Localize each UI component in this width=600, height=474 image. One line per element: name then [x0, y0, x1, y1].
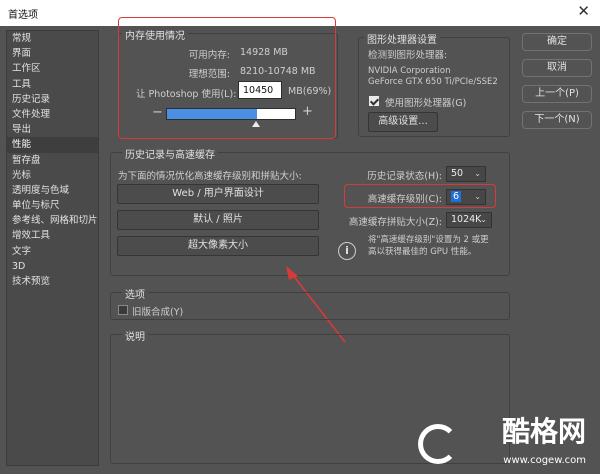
- sidebar-item[interactable]: 参考线、网格和切片: [7, 213, 98, 228]
- use-gpu-checkbox[interactable]: [369, 96, 379, 106]
- close-icon[interactable]: ✕: [577, 2, 590, 20]
- chevron-down-icon: ⌄: [474, 169, 481, 178]
- history-states-select[interactable]: 50 ⌄: [446, 166, 486, 182]
- sidebar-item[interactable]: 导出: [7, 122, 98, 137]
- sidebar-item[interactable]: 技术预览: [7, 274, 98, 289]
- ok-button[interactable]: 确定: [522, 33, 592, 51]
- sidebar-item[interactable]: 工具: [7, 77, 98, 92]
- next-button[interactable]: 下一个(N): [522, 111, 592, 129]
- sidebar-item[interactable]: 单位与标尺: [7, 198, 98, 213]
- sidebar-item[interactable]: 透明度与色域: [7, 183, 98, 198]
- legacy-compositing-checkbox[interactable]: [118, 305, 128, 315]
- history-cache-title: 历史记录与高速缓存: [122, 146, 218, 161]
- gpu-group-title: 图形处理器设置: [364, 31, 440, 46]
- sidebar-item[interactable]: 界面: [7, 46, 98, 61]
- watermark-brand: 酷格网: [501, 415, 586, 448]
- gpu-advanced-settings-button[interactable]: 高级设置...: [368, 112, 438, 132]
- sidebar-item[interactable]: 增效工具: [7, 228, 98, 243]
- history-states-value: 50: [451, 168, 464, 179]
- watermark-logo: [418, 424, 458, 464]
- sidebar-item[interactable]: 暂存盘: [7, 153, 98, 168]
- cache-tile-size-label: 高速缓存拼贴大小(Z):: [348, 217, 442, 228]
- gpu-model: GeForce GTX 650 Ti/PCIe/SSE2: [368, 77, 498, 87]
- legacy-compositing-label: 旧版合成(Y): [132, 307, 184, 318]
- gpu-detected-label: 检测到图形处理器:: [368, 50, 448, 61]
- gpu-vendor: NVIDIA Corporation: [368, 66, 451, 76]
- sidebar-item[interactable]: 文字: [7, 244, 98, 259]
- previous-button[interactable]: 上一个(P): [522, 85, 592, 103]
- gpu-cache-tip-line2: 高以获得最佳的 GPU 性能。: [368, 247, 477, 257]
- cancel-button[interactable]: 取消: [522, 59, 592, 77]
- sidebar-item[interactable]: 光标: [7, 168, 98, 183]
- info-icon: i: [338, 242, 356, 260]
- sidebar-item[interactable]: 工作区: [7, 61, 98, 76]
- window-title: 首选项: [8, 10, 38, 21]
- sidebar-item[interactable]: 历史记录: [7, 92, 98, 107]
- sidebar-item[interactable]: 常规: [7, 31, 98, 46]
- preset-huge-pixel-button[interactable]: 超大像素大小: [117, 236, 319, 256]
- cache-hint-text: 为下面的情况优化高速缓存级别和拼贴大小:: [118, 171, 302, 182]
- preset-web-ui-button[interactable]: Web / 用户界面设计: [117, 184, 319, 204]
- gpu-cache-tip-line1: 将"高速缓存级别"设置为 2 或更: [368, 235, 489, 245]
- annotation-box-memory: [118, 17, 336, 139]
- sidebar-item[interactable]: 文件处理: [7, 107, 98, 122]
- sidebar-item[interactable]: 性能: [7, 137, 98, 153]
- cache-tile-size-select[interactable]: 1024K ⌄: [446, 212, 492, 228]
- annotation-box-cache-levels: [344, 184, 496, 208]
- sidebar: 常规 界面 工作区 工具 历史记录 文件处理 导出 性能 暂存盘 光标 透明度与色域 单位与标尺 参考线…: [6, 30, 99, 466]
- cache-tile-size-value: 1024K: [451, 214, 482, 225]
- sidebar-item[interactable]: 3D: [7, 259, 98, 274]
- watermark-url: www.cogew.com: [503, 455, 586, 466]
- description-title: 说明: [122, 328, 148, 343]
- options-title: 选项: [122, 286, 148, 301]
- history-states-label: 历史记录状态(H):: [367, 171, 442, 182]
- chevron-down-icon: ⌄: [480, 215, 487, 224]
- preset-default-photos-button[interactable]: 默认 / 照片: [117, 210, 319, 230]
- use-gpu-label: 使用图形处理器(G): [385, 98, 467, 109]
